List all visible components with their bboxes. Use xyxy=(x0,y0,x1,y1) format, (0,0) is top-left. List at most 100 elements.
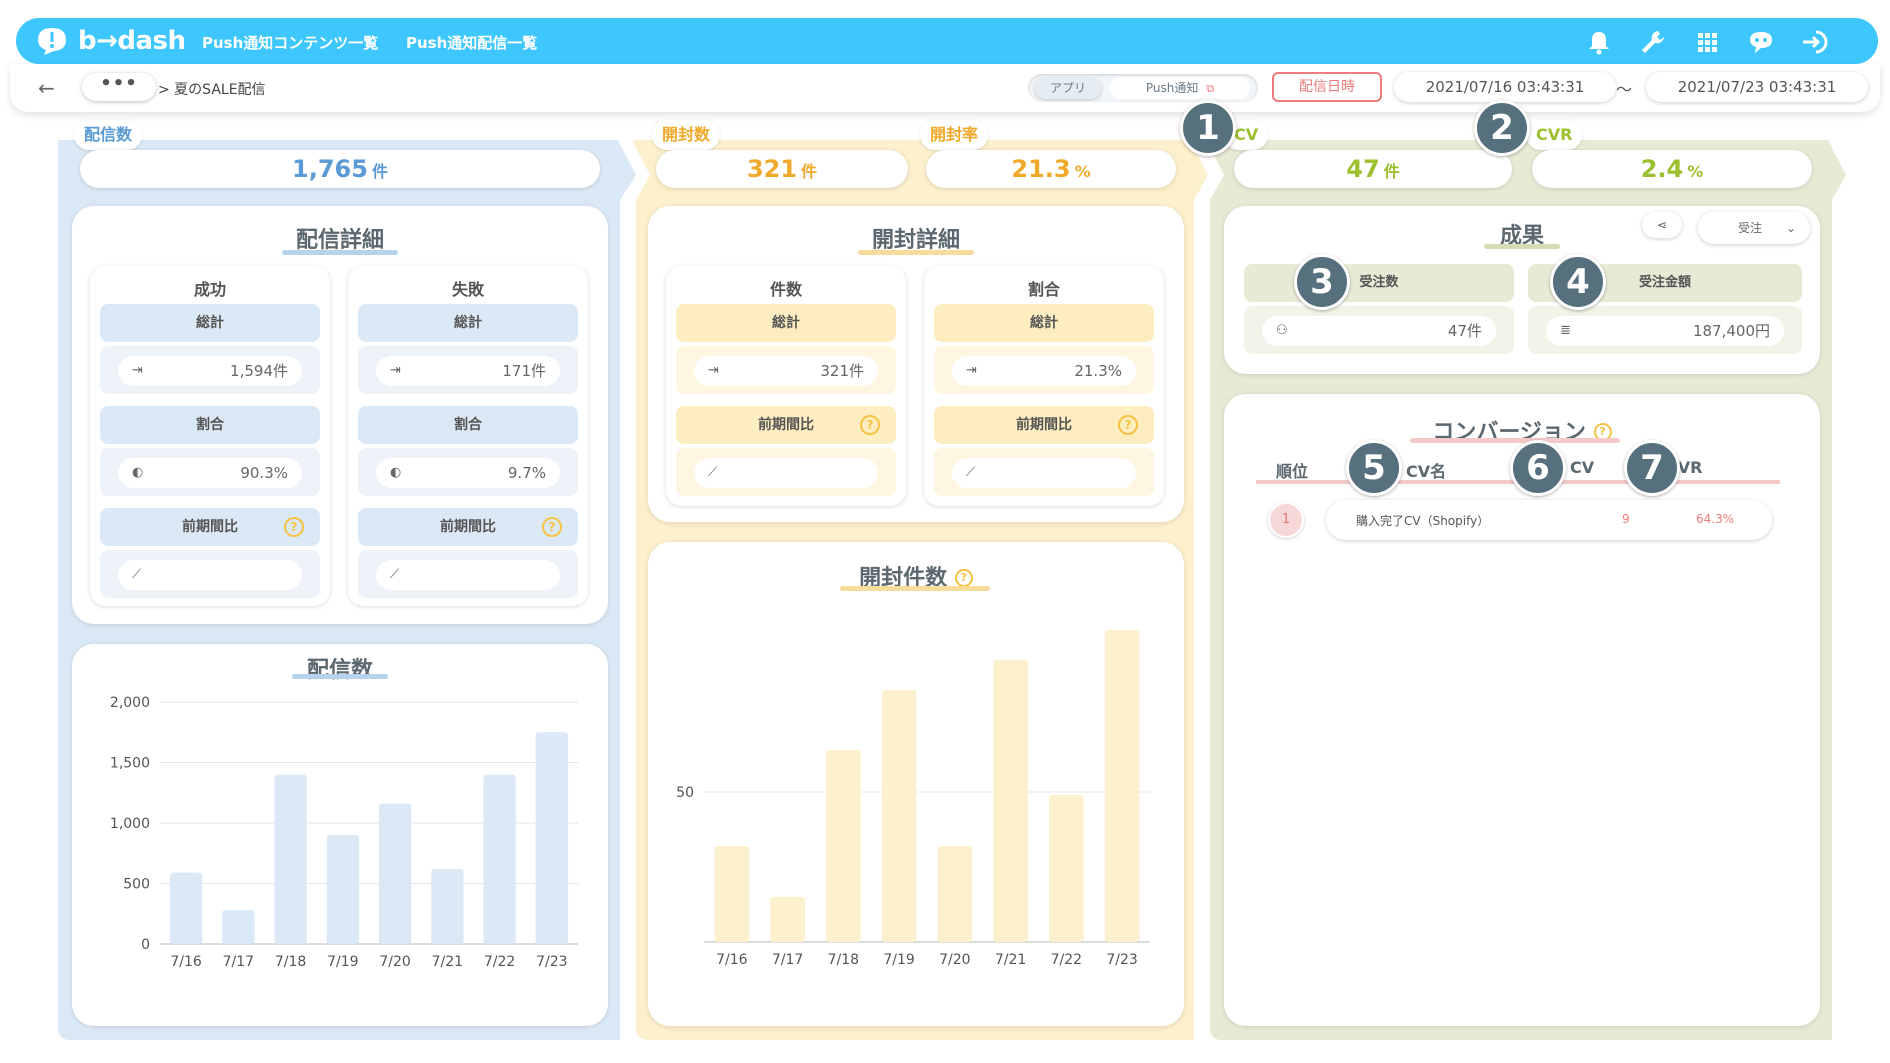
kpi-delivery-count: 1,765 件 xyxy=(80,150,600,188)
success-ratio-pill: ◐ 90.3% xyxy=(118,458,302,488)
help-icon[interactable]: ? xyxy=(284,517,304,537)
kpi-delivery-unit: 件 xyxy=(371,162,388,181)
trend-chart-icon: ⟋ xyxy=(390,567,400,582)
help-icon[interactable]: ? xyxy=(542,517,562,537)
success-change-label-text: 前期間比 xyxy=(182,519,238,535)
annotation-badge-4: 4 xyxy=(1550,254,1606,310)
tag-open-rate: 開封率 xyxy=(920,120,989,150)
orders-pill: ⚇ 47件 xyxy=(1262,316,1496,346)
failure-ratio-row: ◐ 9.7% xyxy=(358,448,578,496)
help-icon[interactable]: ? xyxy=(860,415,880,435)
success-total-pill: ⇥ 1,594件 xyxy=(118,356,302,386)
y-tick-label: 0 xyxy=(141,937,150,953)
x-tick-label: 7/22 xyxy=(1051,952,1082,968)
kpi-cv: 47 件 xyxy=(1234,150,1512,188)
kpi-cv-unit: 件 xyxy=(1383,162,1400,181)
open-count-change-row: ⟋ xyxy=(676,448,896,496)
bar xyxy=(483,774,516,944)
bar xyxy=(169,872,203,944)
failure-change-pill: ⟋ xyxy=(376,560,560,590)
open-count-total-label: 総計 xyxy=(676,304,896,342)
kpi-cvr-unit: % xyxy=(1687,162,1704,181)
success-change-pill: ⟋ xyxy=(118,560,302,590)
table-row[interactable]: 1 購入完了CV（Shopify） 9 64.3% xyxy=(1268,500,1780,540)
open-ratio-total-row: ⇥ 21.3% xyxy=(934,346,1154,394)
failure-ratio-label: 割合 xyxy=(358,406,578,444)
y-tick-label: 500 xyxy=(123,877,150,893)
x-tick-label: 7/17 xyxy=(772,952,803,968)
failure-title: 失敗 xyxy=(451,280,484,299)
x-tick-label: 7/18 xyxy=(828,952,859,968)
open-ratio-total-label: 総計 xyxy=(934,304,1154,342)
cv-count: 9 xyxy=(1622,512,1630,526)
kpi-delivery-value: 1,765 xyxy=(292,155,368,183)
failure-card: 失敗 総計 ⇥ 171件 割合 ◐ 9.7% 前期間比 ? ⟋ xyxy=(348,266,588,606)
open-count-total-value: 321件 xyxy=(820,362,864,380)
x-tick-label: 7/23 xyxy=(536,954,567,970)
rank-value: 1 xyxy=(1281,512,1291,527)
delivery-bar-chart: 2,000 1,500 1,000 500 0 7/16 7/17 7/18 7/19 7/20 7… xyxy=(110,695,578,970)
x-tick-label: 7/19 xyxy=(327,954,358,970)
open-ratio-title: 割合 xyxy=(1027,280,1060,299)
open-ratio-change-row: ⟋ xyxy=(934,448,1154,496)
failure-total-pill: ⇥ 171件 xyxy=(376,356,560,386)
tag-delivery-count: 配信数 xyxy=(74,120,143,150)
kpi-open-rate-unit: % xyxy=(1074,162,1091,181)
bar xyxy=(431,868,464,944)
success-total-row: ⇥ 1,594件 xyxy=(100,346,320,394)
open-count-total-row: ⇥ 321件 xyxy=(676,346,896,394)
result-type-select[interactable]: 受注 ⌄ xyxy=(1698,212,1810,244)
orders-row: ⚇ 47件 xyxy=(1244,306,1514,354)
kpi-open-count-value: 321 xyxy=(746,155,798,183)
failure-change-label-text: 前期間比 xyxy=(440,519,496,535)
open-detail-card: 開封詳細 件数 総計 ⇥ 321件 前期間比 ? ⟋ 割合 総計 ⇥ 21.3% 前… xyxy=(648,206,1184,522)
kpi-open-count: 321 件 xyxy=(656,150,908,188)
annotation-badge-2: 2 xyxy=(1474,100,1530,156)
title-underline xyxy=(1410,438,1620,443)
open-ratio-change-pill: ⟋ xyxy=(952,458,1136,488)
open-ratio-total-pill: ⇥ 21.3% xyxy=(952,356,1136,386)
orders-value: 47件 xyxy=(1447,322,1482,340)
bar xyxy=(714,846,750,942)
share-icon: ⋖ xyxy=(1656,218,1668,232)
success-total-label: 総計 xyxy=(100,304,320,342)
kpi-open-rate: 21.3% xyxy=(926,150,1176,188)
open-count-change-pill: ⟋ xyxy=(694,458,878,488)
kpi-cv-value: 47 xyxy=(1346,155,1380,183)
x-tick-label: 7/20 xyxy=(379,954,410,970)
open-ratio-change-label-text: 前期間比 xyxy=(1016,417,1072,433)
annotation-badge-5: 5 xyxy=(1346,440,1402,496)
open-ratio-card: 割合 総計 ⇥ 21.3% 前期間比 ? ⟋ xyxy=(924,266,1164,506)
annotation-badge-7: 7 xyxy=(1624,440,1680,496)
amount-pill: ≣ 187,400円 xyxy=(1546,316,1784,346)
success-change-row: ⟋ xyxy=(100,550,320,598)
failure-total-row: ⇥ 171件 xyxy=(358,346,578,394)
open-chart-card: 開封件数 ? 50 7/16 7/17 7/18 7/19 7/20 7/21 7/22 7/2… xyxy=(648,542,1184,1026)
kpi-open-count-unit: 件 xyxy=(801,162,818,181)
bar xyxy=(937,846,973,942)
bar xyxy=(535,732,569,944)
x-tick-label: 7/23 xyxy=(1106,952,1137,968)
success-ratio-label: 割合 xyxy=(100,406,320,444)
x-tick-label: 7/21 xyxy=(995,952,1026,968)
bar xyxy=(881,690,917,942)
amount-value: 187,400円 xyxy=(1692,322,1770,340)
failure-ratio-value: 9.7% xyxy=(507,464,546,482)
open-bar-chart: 50 7/16 7/17 7/18 7/19 7/20 7/21 7/22 7/23 xyxy=(676,630,1150,968)
help-icon[interactable]: ? xyxy=(1118,415,1138,435)
pie-icon: ◐ xyxy=(390,465,402,480)
kpi-cvr-value: 2.4 xyxy=(1640,155,1684,183)
open-count-title: 件数 xyxy=(769,280,802,299)
x-tick-label: 7/18 xyxy=(275,954,306,970)
tag-cvr: CVR xyxy=(1526,120,1583,150)
trend-chart-icon: ⟋ xyxy=(708,465,718,480)
chevron-down-icon: ⌄ xyxy=(1785,221,1796,235)
x-tick-label: 7/17 xyxy=(223,954,254,970)
header-cv-name: CV名 xyxy=(1406,462,1447,481)
open-ratio-total-value: 21.3% xyxy=(1074,362,1122,380)
y-tick-label: 2,000 xyxy=(110,695,150,711)
open-icon: ⇥ xyxy=(966,363,977,378)
share-button[interactable]: ⋖ xyxy=(1642,212,1682,238)
success-total-value: 1,594件 xyxy=(230,362,288,380)
bar xyxy=(1104,630,1140,942)
